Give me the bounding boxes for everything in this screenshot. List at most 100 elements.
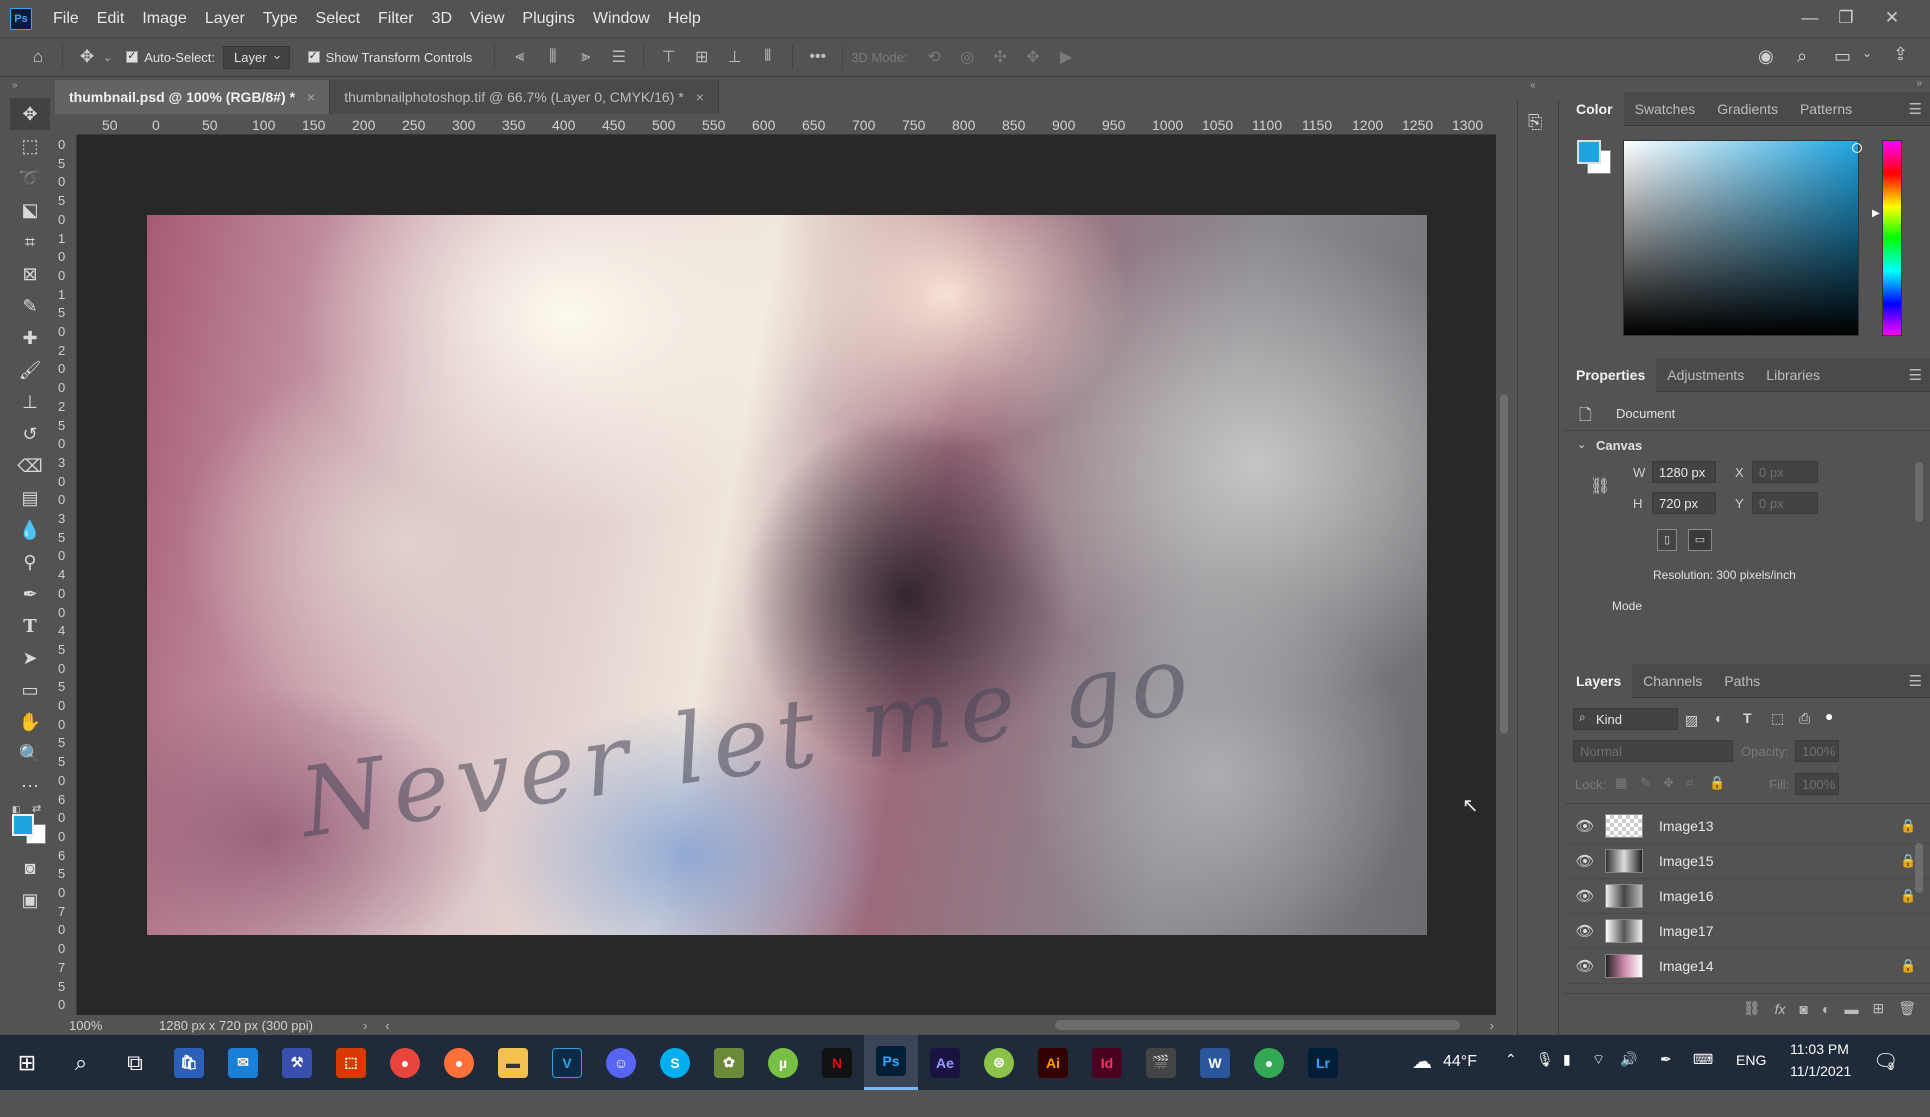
close-icon[interactable]: × <box>696 89 704 105</box>
height-field[interactable]: 720 px <box>1652 492 1716 514</box>
chrome-icon[interactable]: ● <box>378 1035 432 1090</box>
frame-tool-icon[interactable]: ⊠ <box>10 258 50 290</box>
panel-menu-icon[interactable]: ☰ <box>1909 366 1922 384</box>
close-icon[interactable]: ✕ <box>1874 6 1910 30</box>
lightroom-icon[interactable]: Lr <box>1296 1035 1350 1090</box>
store-icon[interactable]: 🛍 <box>162 1035 216 1090</box>
distribute-icon[interactable]: ☰ <box>602 47 635 67</box>
tab-properties[interactable]: Properties <box>1565 357 1657 392</box>
menu-filter[interactable]: Filter <box>369 10 423 28</box>
filter-type-icon[interactable]: T <box>1743 710 1752 726</box>
trash-icon[interactable]: 🗑 <box>1898 1000 1916 1017</box>
link-layers-icon[interactable]: ⛓ <box>1743 1000 1761 1017</box>
battery-icon[interactable]: ▮ <box>1563 1051 1571 1068</box>
lock-transparent-icon[interactable]: ▦ <box>1615 775 1627 791</box>
collapse-icon[interactable]: « <box>1530 80 1536 91</box>
expand-icon[interactable]: » <box>10 80 50 98</box>
zoom-tool-icon[interactable]: 🔍 <box>10 738 50 770</box>
document-canvas[interactable]: Never let me go <box>147 215 1427 935</box>
align-top-icon[interactable]: ⊤ <box>652 47 685 67</box>
gradient-tool-icon[interactable]: ▤ <box>10 482 50 514</box>
new-layer-icon[interactable]: ⊞ <box>1872 1000 1884 1017</box>
distribute-vertical-icon[interactable]: ⦀ <box>751 48 784 66</box>
more-options-icon[interactable]: ••• <box>801 48 834 66</box>
visibility-eye-icon[interactable]: 👁 <box>1565 817 1605 835</box>
vegas-icon[interactable]: V <box>540 1035 594 1090</box>
chrome-icon[interactable]: ● <box>1242 1035 1296 1090</box>
app-icon[interactable]: ⊜ <box>972 1035 1026 1090</box>
search-icon[interactable]: ⌕ <box>1797 46 1807 67</box>
windows-start-icon[interactable]: ⊞ <box>0 1035 54 1090</box>
fx-icon[interactable]: fx <box>1775 1001 1786 1017</box>
indesign-icon[interactable]: Id <box>1080 1035 1134 1090</box>
layer-row[interactable]: 👁 Image14 🔒 <box>1565 949 1930 984</box>
visibility-eye-icon[interactable]: 👁 <box>1565 957 1605 975</box>
chevron-down-icon[interactable]: ⌄ <box>103 51 112 64</box>
clone-stamp-tool-icon[interactable]: ⊥ <box>10 386 50 418</box>
menu-window[interactable]: Window <box>584 10 659 28</box>
align-bottom-icon[interactable]: ⊥ <box>718 47 751 67</box>
filter-toggle-icon[interactable]: ● <box>1825 708 1833 724</box>
expand-icon[interactable]: » <box>1916 78 1922 89</box>
add-mask-icon[interactable]: ◙ <box>1800 1001 1808 1017</box>
zoom-level[interactable]: 100% <box>69 1018 139 1033</box>
landscape-orientation-icon[interactable]: ▭ <box>1688 529 1712 551</box>
menu-edit[interactable]: Edit <box>88 10 134 28</box>
microphone-icon[interactable]: 🎙 <box>1536 1051 1554 1068</box>
lock-image-icon[interactable]: ✎ <box>1640 775 1651 791</box>
word-icon[interactable]: W <box>1188 1035 1242 1090</box>
eraser-tool-icon[interactable]: ⌫ <box>10 450 50 482</box>
keyboard-icon[interactable]: ⌨ <box>1693 1051 1713 1068</box>
edit-toolbar-icon[interactable]: ⋯ <box>10 770 50 802</box>
width-field[interactable]: 1280 px <box>1652 461 1716 483</box>
layer-row[interactable]: 👁 Image17 <box>1565 914 1930 949</box>
tab-adjustments[interactable]: Adjustments <box>1656 358 1755 392</box>
cloud-icon[interactable]: ☁ <box>1412 1049 1432 1074</box>
weather-temp[interactable]: 44°F <box>1443 1053 1477 1071</box>
tab-libraries[interactable]: Libraries <box>1755 358 1831 392</box>
color-picker-field[interactable] <box>1623 140 1862 336</box>
visibility-eye-icon[interactable]: 👁 <box>1565 887 1605 905</box>
lock-artboard-icon[interactable]: ⌗ <box>1686 775 1693 791</box>
3d-pan-icon[interactable]: ✣ <box>984 47 1017 67</box>
auto-select-dropdown[interactable]: Layer <box>223 45 290 69</box>
x-field[interactable]: 0 px <box>1752 461 1818 483</box>
crop-tool-icon[interactable]: ⌗ <box>10 226 50 258</box>
close-icon[interactable]: × <box>307 89 315 105</box>
tab-thumbnailphotoshop-tif[interactable]: thumbnailphotoshop.tif @ 66.7% (Layer 0,… <box>330 80 719 114</box>
adjustment-layer-icon[interactable]: ◐ <box>1822 1001 1830 1017</box>
align-right-icon[interactable]: ⫸ <box>569 48 602 66</box>
discover-icon[interactable]: ◉ <box>1758 46 1774 67</box>
hand-tool-icon[interactable]: ✋ <box>10 706 50 738</box>
layer-row[interactable]: 👁 Image13 🔒 <box>1565 809 1930 844</box>
menu-file[interactable]: File <box>44 10 88 28</box>
menu-select[interactable]: Select <box>307 10 369 28</box>
visibility-eye-icon[interactable]: 👁 <box>1565 922 1605 940</box>
firefox-icon[interactable]: ● <box>432 1035 486 1090</box>
horizontal-scrollbar[interactable] <box>390 1015 1490 1035</box>
chevron-right-icon[interactable]: › <box>363 1018 367 1033</box>
object-selection-tool-icon[interactable]: ⬕ <box>10 194 50 226</box>
panel-menu-icon[interactable]: ☰ <box>1909 672 1922 690</box>
filter-shape-icon[interactable]: ⬚ <box>1771 710 1784 727</box>
tab-gradients[interactable]: Gradients <box>1706 92 1789 126</box>
scroll-thumb[interactable] <box>1054 1020 1460 1030</box>
tab-swatches[interactable]: Swatches <box>1624 92 1707 126</box>
tab-thumbnail-psd[interactable]: thumbnail.psd @ 100% (RGB/8#) * × <box>55 80 331 114</box>
lock-all-icon[interactable]: 🔒 <box>1709 775 1725 791</box>
workspace-icon[interactable]: ▭ <box>1834 46 1851 67</box>
scroll-thumb[interactable] <box>1915 462 1923 522</box>
show-transform-checkbox[interactable] <box>307 49 320 63</box>
search-icon[interactable]: ⌕ <box>54 1035 108 1090</box>
wifi-icon[interactable]: ⌔ <box>1592 1051 1605 1069</box>
office-icon[interactable]: ⬚ <box>324 1035 378 1090</box>
3d-slide-icon[interactable]: ✥ <box>1017 47 1050 67</box>
lasso-tool-icon[interactable]: ➰ <box>10 162 50 194</box>
quick-mask-icon[interactable]: ◙ <box>10 852 50 884</box>
filter-adjustment-icon[interactable]: ◐ <box>1715 710 1723 726</box>
align-middle-icon[interactable]: ⊞ <box>685 47 718 67</box>
illustrator-icon[interactable]: Ai <box>1026 1035 1080 1090</box>
menu-layer[interactable]: Layer <box>196 10 254 28</box>
utorrent-icon[interactable]: µ <box>756 1035 810 1090</box>
auto-select-checkbox[interactable] <box>126 49 139 63</box>
